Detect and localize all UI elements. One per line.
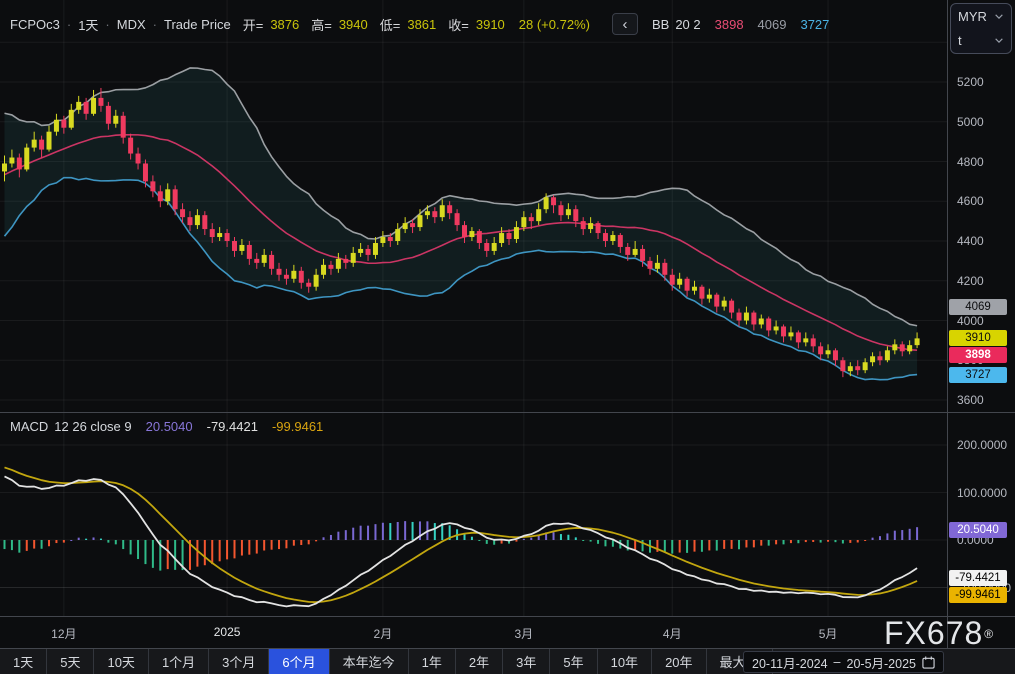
time-label-2月: 2月 (353, 625, 413, 642)
range-button-5天[interactable]: 5天 (47, 649, 94, 674)
time-label-4月: 4月 (642, 625, 702, 642)
macd-indicator-params: 12 26 close 9 (54, 419, 131, 434)
currency-unit-selector: MYR t (950, 3, 1012, 54)
bb-indicator-title[interactable]: BB (652, 17, 669, 32)
low-label: 低= (380, 15, 401, 34)
legend-collapse-button[interactable]: ‹ (612, 13, 638, 35)
currency-dropdown[interactable]: MYR (951, 4, 1011, 28)
range-buttons: 1天5天10天1个月3个月6个月本年迄今1年2年3年5年10年20年最大值 (0, 649, 773, 674)
axis-badge-3910: 3910 (949, 330, 1007, 346)
range-button-3个月[interactable]: 3个月 (209, 649, 269, 674)
range-button-5年[interactable]: 5年 (550, 649, 597, 674)
symbol-title[interactable]: FCPOc3 (10, 17, 60, 32)
bb-indicator-params: 20 2 (675, 17, 700, 32)
macd-indicator-title[interactable]: MACD (10, 419, 48, 434)
macd-signal-value: -99.9461 (272, 419, 323, 434)
price-tick-4600: 4600 (957, 193, 984, 209)
price-tick-5200: 5200 (957, 74, 984, 90)
exchange-label[interactable]: MDX (117, 17, 146, 32)
bb-upper-value: 4069 (758, 17, 787, 32)
axis-badge-3898: 3898 (949, 347, 1007, 363)
macd-tick-200: 200.0000 (957, 437, 1007, 453)
range-button-1天[interactable]: 1天 (0, 649, 47, 674)
price-tick-5000: 5000 (957, 114, 984, 130)
axis-badge--79.4421: -79.4421 (949, 570, 1007, 586)
bb-lower-value: 3727 (800, 17, 829, 32)
bb-basis-value: 3898 (715, 17, 744, 32)
range-button-1个月[interactable]: 1个月 (149, 649, 209, 674)
bottom-toolbar: 1天5天10天1个月3个月6个月本年迄今1年2年3年5年10年20年最大值 ⚙ … (0, 649, 1015, 674)
time-label-2025: 2025 (197, 625, 257, 639)
series-type-label[interactable]: Trade Price (164, 17, 231, 32)
chart-canvas[interactable] (0, 0, 1015, 674)
date-range-control[interactable]: 20-11月-2024 – 20-5月-2025 (743, 651, 944, 673)
date-to: 20-5月-2025 (847, 653, 917, 672)
price-tick-4800: 4800 (957, 154, 984, 170)
macd-tick-100: 100.0000 (957, 485, 1007, 501)
trading-chart-app: FCPOc3 · 1天 · MDX · Trade Price 开= 3876 高… (0, 0, 1015, 674)
axis-badge-20.5040: 20.5040 (949, 522, 1007, 538)
close-value: 3910 (476, 17, 505, 32)
separator-dot: · (105, 17, 109, 32)
time-label-3月: 3月 (494, 625, 554, 642)
range-button-10天[interactable]: 10天 (94, 649, 148, 674)
price-tick-4400: 4400 (957, 233, 984, 249)
unit-dropdown[interactable]: t (951, 28, 1011, 52)
range-button-20年[interactable]: 20年 (652, 649, 706, 674)
price-tick-4200: 4200 (957, 273, 984, 289)
macd-legend: MACD 12 26 close 9 20.5040 -79.4421 -99.… (10, 419, 323, 434)
open-label: 开= (243, 15, 264, 34)
low-value: 3861 (407, 17, 436, 32)
calendar-icon (922, 656, 935, 669)
high-label: 高= (311, 15, 332, 34)
range-button-2年[interactable]: 2年 (456, 649, 503, 674)
price-legend: FCPOc3 · 1天 · MDX · Trade Price 开= 3876 高… (10, 13, 829, 35)
open-value: 3876 (270, 17, 299, 32)
interval-label[interactable]: 1天 (78, 15, 98, 34)
chevron-down-icon (994, 37, 1004, 44)
watermark-logo: FX678® (884, 615, 994, 652)
watermark-text: FX678 (884, 615, 983, 651)
range-button-6个月[interactable]: 6个月 (269, 649, 329, 674)
separator-dot: · (153, 17, 157, 32)
range-button-本年迄今[interactable]: 本年迄今 (330, 649, 409, 674)
change-value: 28 (+0.72%) (519, 17, 590, 32)
axis-badge-4069: 4069 (949, 299, 1007, 315)
axis-badge--99.9461: -99.9461 (949, 587, 1007, 603)
time-label-12月: 12月 (34, 625, 94, 642)
axis-badge-3727: 3727 (949, 367, 1007, 383)
close-label: 收= (448, 15, 469, 34)
price-tick-4000: 4000 (957, 313, 984, 329)
currency-value: MYR (958, 9, 987, 24)
macd-histogram-value: 20.5040 (146, 419, 193, 434)
time-label-5月: 5月 (798, 625, 858, 642)
range-button-10年[interactable]: 10年 (598, 649, 652, 674)
high-value: 3940 (339, 17, 368, 32)
macd-line-value: -79.4421 (207, 419, 258, 434)
unit-value: t (958, 33, 962, 48)
range-button-3年[interactable]: 3年 (503, 649, 550, 674)
date-separator: – (834, 655, 841, 669)
registered-mark-icon: ® (984, 627, 994, 641)
separator-dot: · (67, 17, 71, 32)
range-button-1年[interactable]: 1年 (409, 649, 456, 674)
date-from: 20-11月-2024 (752, 653, 828, 672)
price-tick-3600: 3600 (957, 392, 984, 408)
time-axis[interactable]: 12月 2025 2月 3月 4月 5月 (0, 617, 1015, 648)
chevron-down-icon (994, 13, 1004, 20)
